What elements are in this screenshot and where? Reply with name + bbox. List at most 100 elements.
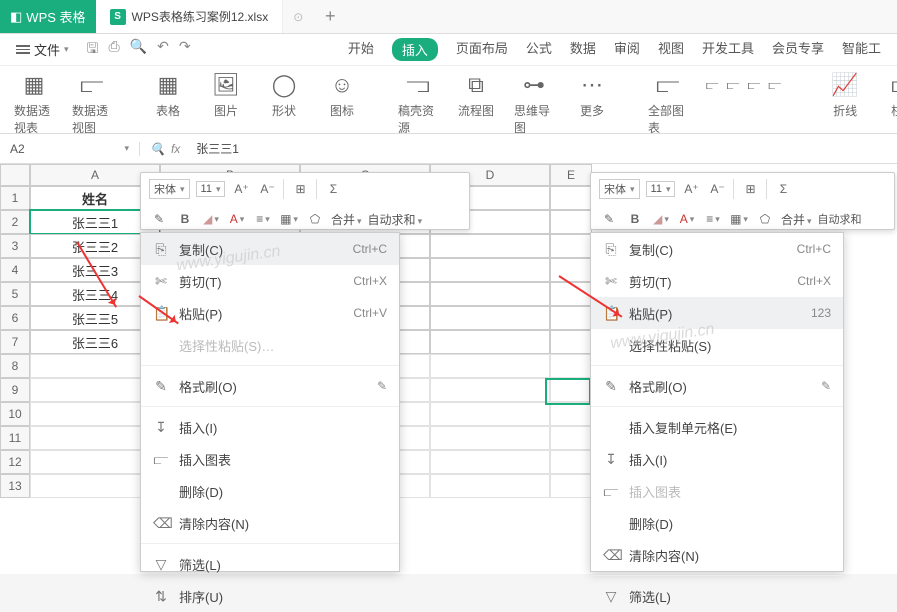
row-header[interactable]: 7 [0,330,30,354]
cell[interactable] [550,234,592,258]
cell[interactable] [430,402,550,426]
align-icon[interactable]: ≡ [253,209,273,229]
row-header[interactable]: 12 [0,450,30,474]
cell[interactable] [430,378,550,402]
row-header[interactable]: 9 [0,378,30,402]
ctx-item[interactable]: ✎格式刷(O)✎ [591,370,843,402]
cell[interactable] [550,330,592,354]
print-icon[interactable]: ⎙ [108,38,119,62]
more-button[interactable]: ⋯更多 [572,72,612,119]
size-select[interactable]: 11 [646,181,676,197]
fill-color-icon[interactable]: ◢ [651,209,671,229]
font-select[interactable]: 宋体 [599,179,640,199]
ctx-item[interactable]: ▽筛选(L) [591,580,843,612]
bold-icon[interactable]: B [625,209,645,229]
row-header[interactable]: 1 [0,186,30,210]
mini-chart-icon[interactable]: ⫍ [727,78,740,93]
row-header[interactable]: 5 [0,282,30,306]
preview-icon[interactable]: 🔍 [130,38,147,62]
ctx-item[interactable]: ✎格式刷(O)✎ [141,370,399,402]
decrease-font-icon[interactable]: A⁻ [257,179,277,199]
increase-font-icon[interactable]: A⁺ [681,179,701,199]
ctx-item[interactable]: ▽筛选(L) [141,548,399,580]
all-charts-button[interactable]: ⫍全部图表 [648,72,688,134]
row-header[interactable]: 13 [0,474,30,498]
cell[interactable] [550,426,592,450]
row-header[interactable]: 11 [0,426,30,450]
picture-button[interactable]: 🖼图片 [206,72,246,119]
col-header[interactable]: E [550,164,592,186]
flowchart-button[interactable]: ⧉流程图 [456,72,496,119]
cell[interactable] [430,426,550,450]
cell[interactable] [550,402,592,426]
ctx-item[interactable]: 插入复制单元格(E) [591,411,843,443]
cell[interactable] [550,354,592,378]
ctx-item[interactable]: 删除(D) [141,475,399,507]
cell[interactable] [430,450,550,474]
ctx-item[interactable]: ⫍插入图表 [141,443,399,475]
row-header[interactable]: 2 [0,210,30,234]
undo-icon[interactable]: ↶ [157,38,169,62]
select-all-corner[interactable] [0,164,30,186]
ctx-item[interactable]: ✄剪切(T)Ctrl+X [591,265,843,297]
cell[interactable] [550,450,592,474]
ctx-item[interactable]: ⌫清除内容(N) [141,507,399,539]
line-button[interactable]: 📈折线 [825,72,865,119]
style-icon[interactable]: ⬠ [305,209,325,229]
font-color-icon[interactable]: A [677,209,697,229]
row-header[interactable]: 10 [0,402,30,426]
ctx-item[interactable]: ↧插入(I) [141,411,399,443]
tab-smart[interactable]: 智能工 [842,38,881,61]
tab-view[interactable]: 视图 [658,38,684,61]
ctx-item[interactable]: ⎘复制(C)Ctrl+C [141,233,399,265]
search-icon[interactable]: 🔍 [150,142,165,156]
mini-chart-icon[interactable]: ⫍ [748,78,761,93]
merge-icon[interactable]: ⊞ [740,179,760,199]
tab-data[interactable]: 数据 [570,38,596,61]
file-tab[interactable]: S WPS表格练习案例12.xlsx [96,0,284,33]
shape-button[interactable]: ◯形状 [264,72,304,119]
font-select[interactable]: 宋体 [149,179,190,199]
ctx-item[interactable]: ✄剪切(T)Ctrl+X [141,265,399,297]
cell[interactable] [550,306,592,330]
decrease-font-icon[interactable]: A⁻ [707,179,727,199]
fx-icon[interactable]: fx [171,142,180,156]
cell[interactable] [430,474,550,498]
redo-icon[interactable]: ↷ [179,38,191,62]
merge-icon[interactable]: ⊞ [290,179,310,199]
size-select[interactable]: 11 [196,181,226,197]
font-color-icon[interactable]: A [227,209,247,229]
merge-label[interactable]: 合并 [331,211,362,228]
cell[interactable] [550,186,592,210]
mini-chart-icon[interactable]: ⫍ [768,78,781,93]
sum-icon[interactable]: Σ [323,179,343,199]
format-painter-icon[interactable]: ✎ [149,209,169,229]
save-icon[interactable]: 🖫 [87,38,99,62]
ctx-item[interactable]: ⎘复制(C)Ctrl+C [591,233,843,265]
tab-layout[interactable]: 页面布局 [456,38,508,61]
format-painter-icon[interactable]: ✎ [599,209,619,229]
tab-dev[interactable]: 开发工具 [702,38,754,61]
column-button[interactable]: ⫍柱形 [883,72,897,119]
resource-button[interactable]: ⫎稿壳资源 [398,72,438,134]
new-tab-button[interactable]: + [313,0,347,33]
app-logo[interactable]: ◧ WPS 表格 [0,0,96,33]
cell[interactable] [550,210,592,234]
increase-font-icon[interactable]: A⁺ [231,179,251,199]
tab-member[interactable]: 会员专享 [772,38,824,61]
bold-icon[interactable]: B [175,209,195,229]
row-header[interactable]: 8 [0,354,30,378]
ctx-item[interactable]: ⇅排序(U) [141,580,399,612]
cell[interactable] [430,234,550,258]
file-menu-button[interactable]: 文件 ▾ [8,36,77,63]
cell[interactable] [430,330,550,354]
icon-button[interactable]: ☺图标 [322,72,362,119]
cell[interactable] [430,306,550,330]
mindmap-button[interactable]: ⊶思维导图 [514,72,554,134]
ctx-item[interactable]: 📋粘贴(P)123 [591,297,843,329]
border-icon[interactable]: ▦ [279,209,299,229]
row-header[interactable]: 3 [0,234,30,258]
tab-start[interactable]: 开始 [348,38,374,61]
formula-input[interactable]: 张三三1 [190,140,239,157]
cell[interactable] [430,354,550,378]
